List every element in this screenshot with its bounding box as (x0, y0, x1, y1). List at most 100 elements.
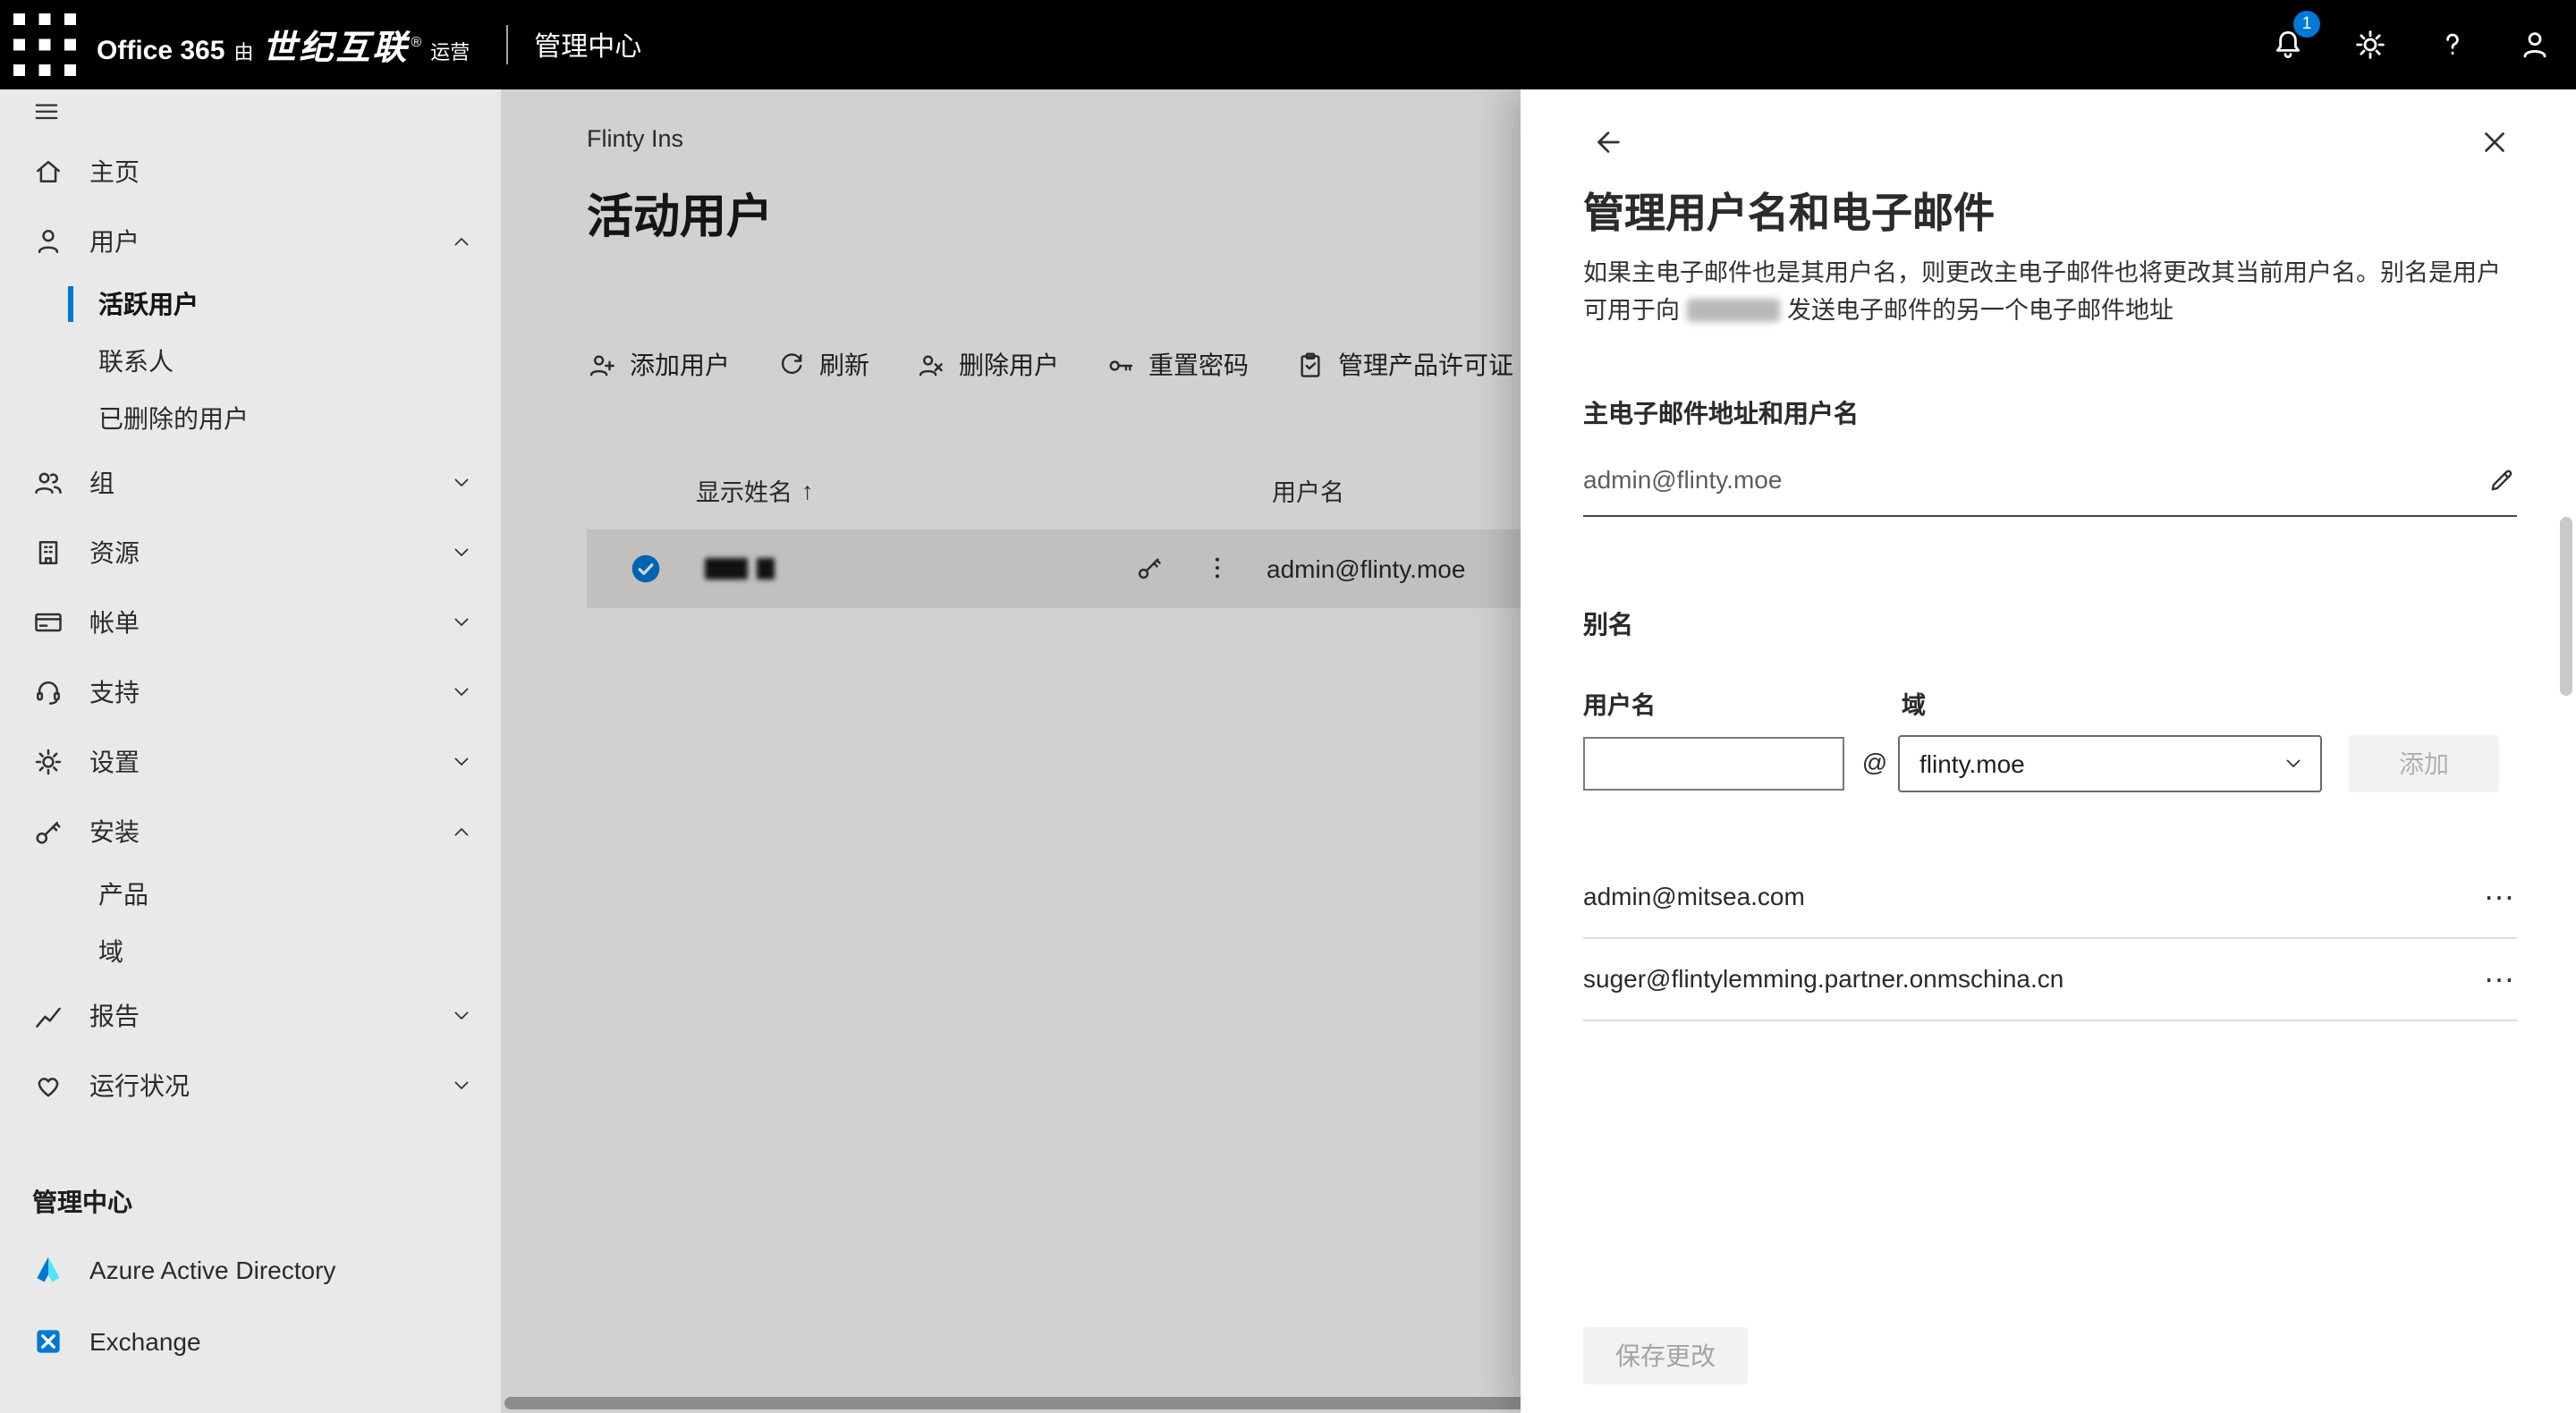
alias-more-options-button[interactable]: … (2483, 881, 2517, 913)
sidebar-item-label: 安装 (89, 813, 140, 849)
sidebar-item-label: 用户 (89, 223, 140, 258)
credit-card-icon (32, 605, 64, 638)
brand-operator-name: 世纪互联 (262, 21, 409, 69)
help-icon (2435, 27, 2470, 63)
sidebar-item-setup[interactable]: 安装 (0, 796, 501, 866)
sidebar-item-home[interactable]: 主页 (0, 136, 501, 206)
domain-select[interactable]: flinty.moe (1898, 735, 2322, 792)
sidebar-item-label: Azure Active Directory (89, 1256, 335, 1284)
sidebar-item-label: 联系人 (98, 343, 174, 379)
admin-centers-heading: 管理中心 (32, 1184, 501, 1220)
wrench-icon (32, 815, 64, 847)
pencil-icon (2487, 465, 2517, 495)
flyout-title: 管理用户名和电子邮件 (1583, 179, 2517, 240)
alias-more-options-button[interactable]: … (2483, 963, 2517, 995)
notifications-button[interactable]: 1 (2247, 0, 2329, 89)
heart-icon (32, 1069, 64, 1101)
sidebar-item-reports[interactable]: 报告 (0, 980, 501, 1050)
sidebar-item-label: 产品 (98, 876, 148, 912)
chevron-up-icon (451, 820, 472, 842)
close-button[interactable] (2470, 118, 2517, 165)
sidebar-item-label: 帐单 (89, 604, 140, 639)
alias-list: admin@mitsea.com … suger@flintylemming.p… (1583, 857, 2517, 1021)
sidebar-item-label: 资源 (89, 534, 140, 570)
sidebar-item-products[interactable]: 产品 (0, 866, 501, 923)
chevron-down-icon (2283, 753, 2304, 774)
manage-email-flyout: 管理用户名和电子邮件 如果主电子邮件也是其用户名，则更改主电子邮件也将更改其当前… (1521, 89, 2576, 1413)
sidebar-item-label: 支持 (89, 673, 140, 709)
flyout-description: 如果主电子邮件也是其用户名，则更改主电子邮件也将更改其当前用户名。别名是用户可用… (1583, 256, 2517, 331)
chevron-down-icon (451, 1004, 472, 1026)
sidebar-item-label: 主页 (89, 153, 140, 189)
app-title: 管理中心 (534, 26, 641, 63)
chevron-down-icon (451, 681, 472, 702)
person-icon (2517, 27, 2553, 63)
azure-ad-icon (32, 1254, 64, 1286)
back-button[interactable] (1583, 118, 1630, 165)
alias-username-input[interactable] (1583, 737, 1844, 791)
chevron-down-icon (451, 1074, 472, 1096)
sidebar-item-health[interactable]: 运行状况 (0, 1050, 501, 1120)
alias-form: @ flinty.moe 添加 (1583, 735, 2517, 792)
person-icon (32, 224, 64, 257)
sidebar-item-azure-ad[interactable]: Azure Active Directory (0, 1234, 501, 1306)
chevron-down-icon (451, 611, 472, 632)
sidebar-item-resources[interactable]: 资源 (0, 517, 501, 587)
save-changes-button[interactable]: 保存更改 (1583, 1327, 1748, 1384)
alias-email: admin@mitsea.com (1583, 883, 1805, 911)
brand-registered-mark: ® (411, 33, 421, 49)
alias-email: suger@flintylemming.partner.onmschina.cn (1583, 965, 2063, 994)
list-item: suger@flintylemming.partner.onmschina.cn… (1583, 939, 2517, 1021)
sidebar-item-deleted-users[interactable]: 已删除的用户 (0, 390, 501, 447)
headset-icon (32, 675, 64, 707)
topbar-divider (505, 25, 507, 64)
people-icon (32, 466, 64, 498)
chevron-down-icon (451, 471, 472, 493)
redacted-username (1687, 299, 1780, 322)
app-launcher-button[interactable] (0, 0, 89, 89)
home-icon (32, 155, 64, 187)
chart-icon (32, 999, 64, 1031)
edit-button[interactable] (2487, 465, 2517, 495)
brand-operator-prefix: 由 (233, 37, 253, 65)
sidebar-item-domains[interactable]: 域 (0, 923, 501, 980)
gear-icon (32, 745, 64, 777)
list-item: admin@mitsea.com … (1583, 857, 2517, 939)
sidebar-item-label: 组 (89, 464, 114, 500)
sidebar-item-support[interactable]: 支持 (0, 656, 501, 726)
top-bar: Office 365 由 世纪互联 ® 运营 管理中心 1 (0, 0, 2576, 89)
sidebar-item-exchange[interactable]: Exchange (0, 1306, 501, 1377)
screen: Office 365 由 世纪互联 ® 运营 管理中心 1 (0, 0, 2576, 1413)
flyout-header (1583, 118, 2517, 165)
sidebar-item-groups[interactable]: 组 (0, 447, 501, 517)
primary-email-value: admin@flinty.moe (1583, 466, 1782, 495)
domain-selected-value: flinty.moe (1919, 749, 2025, 778)
gear-icon (2352, 27, 2388, 63)
sidebar-item-label: 设置 (89, 743, 140, 779)
help-button[interactable] (2411, 0, 2494, 89)
alias-form-labels: 用户名 域 (1583, 685, 2517, 721)
sidebar-item-active-users[interactable]: 活跃用户 (0, 275, 501, 333)
notification-badge: 1 (2293, 11, 2320, 38)
sidebar-item-label: 运行状况 (89, 1067, 190, 1103)
sidebar-item-billing[interactable]: 帐单 (0, 587, 501, 656)
sidebar-item-label: 域 (98, 934, 123, 969)
sidebar-item-contacts[interactable]: 联系人 (0, 333, 501, 390)
nav-collapse-button[interactable] (0, 89, 501, 136)
sidebar-item-users[interactable]: 用户 (0, 206, 501, 275)
primary-email-section-label: 主电子邮件地址和用户名 (1583, 395, 2517, 431)
brand-product: Office 365 (97, 35, 225, 65)
alias-section-label: 别名 (1583, 606, 2517, 642)
topbar-actions: 1 (2247, 0, 2576, 89)
add-alias-button[interactable]: 添加 (2349, 735, 2499, 792)
primary-email-field[interactable]: admin@flinty.moe (1583, 445, 2517, 517)
sidebar-item-label: 已删除的用户 (98, 401, 249, 436)
description-text: 发送电子邮件的另一个电子邮件地址 (1787, 297, 2174, 324)
brand-logo: Office 365 由 世纪互联 ® 运营 (97, 21, 479, 69)
alias-domain-label: 域 (1902, 685, 1926, 721)
sidebar-item-settings[interactable]: 设置 (0, 726, 501, 796)
vertical-scrollbar-thumb[interactable] (2560, 517, 2572, 696)
account-button[interactable] (2494, 0, 2576, 89)
chevron-down-icon (451, 541, 472, 563)
settings-button[interactable] (2329, 0, 2411, 89)
